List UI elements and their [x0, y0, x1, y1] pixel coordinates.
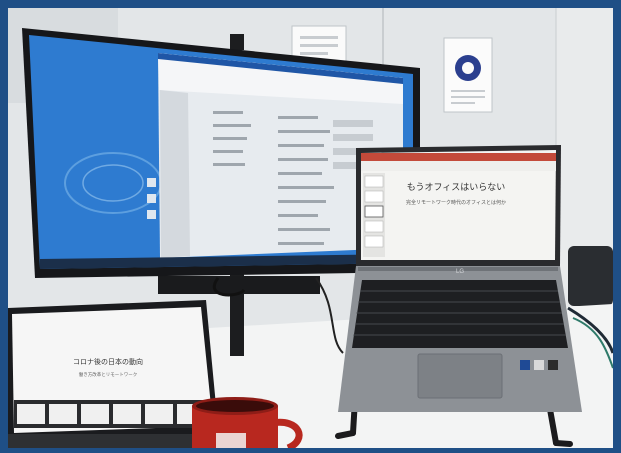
laptop-trackpad — [417, 353, 503, 399]
laptop-keyboard — [352, 280, 568, 348]
photo-scene: もうオフィスはいらない 完全リモートワーク時代のオフィスとは何か LG コロナ後… — [0, 0, 621, 453]
tablet-slide-title: コロナ後の日本の動向 — [73, 357, 143, 366]
photo-frame: もうオフィスはいらない 完全リモートワーク時代のオフィスとは何か LG コロナ後… — [8, 8, 613, 448]
laptop: もうオフィスはいらない 完全リモートワーク時代のオフィスとは何か LG — [338, 145, 582, 412]
laptop-slide-title: もうオフィスはいらない — [407, 182, 506, 192]
tablet: コロナ後の日本の動向 働き方改革とリモートワーク — [8, 300, 220, 448]
laptop-brand: LG — [456, 269, 464, 275]
tablet-slide-subtitle: 働き方改革とリモートワーク — [79, 371, 138, 378]
office-chair — [568, 246, 613, 306]
wall-sign-right — [443, 37, 493, 113]
laptop-slide-subtitle: 完全リモートワーク時代のオフィスとは何か — [406, 199, 506, 206]
monitor-base — [158, 276, 320, 294]
